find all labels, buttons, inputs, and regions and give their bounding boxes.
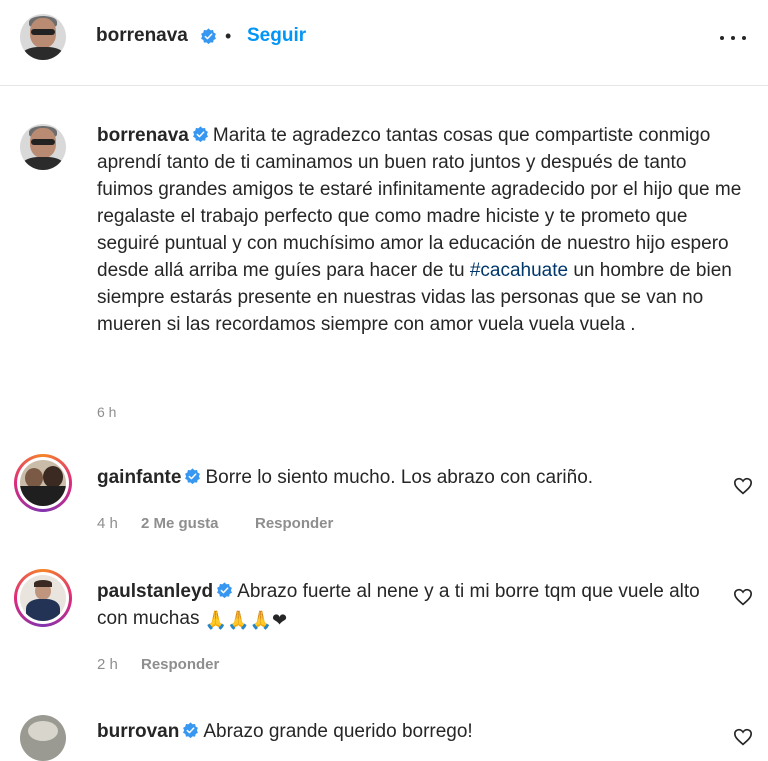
verified-badge-icon: [201, 28, 216, 45]
comment-body: Borre lo siento mucho. Los abrazo con ca…: [205, 467, 594, 488]
verified-badge-icon: [183, 722, 199, 739]
caption-timestamp[interactable]: 6 h: [97, 404, 116, 420]
heart-icon[interactable]: [733, 728, 753, 746]
comment-username[interactable]: gainfante: [97, 467, 181, 488]
comment-3: burrovan Abrazo grande querido borrego!: [97, 718, 697, 745]
verified-badge-icon: [192, 126, 208, 143]
post-header: borrenava • Seguir: [0, 0, 768, 86]
comment-body: Abrazo grande querido borrego!: [203, 721, 473, 742]
comment-timestamp[interactable]: 4 h: [97, 515, 118, 532]
verified-badge-icon: [185, 468, 201, 485]
comment-likes[interactable]: 2 Me gusta: [141, 515, 219, 532]
more-options-icon[interactable]: [718, 30, 748, 46]
separator-dot: •: [225, 26, 232, 46]
author-username[interactable]: borrenava: [96, 25, 188, 47]
commenter-avatar[interactable]: [20, 715, 66, 761]
caption-avatar[interactable]: [20, 124, 66, 170]
caption-username[interactable]: borrenava: [97, 125, 189, 146]
reply-button[interactable]: Responder: [255, 515, 333, 532]
commenter-avatar[interactable]: [14, 569, 72, 627]
comment-username[interactable]: burrovan: [97, 721, 179, 742]
comment-timestamp[interactable]: 2 h: [97, 656, 118, 673]
heart-icon[interactable]: [733, 588, 753, 606]
verified-badge-icon: [217, 582, 233, 599]
comment-2: paulstanleyd Abrazo fuerte al nene y a t…: [97, 578, 707, 634]
post-caption: borrenava Marita te agradezco tantas cos…: [97, 122, 747, 338]
comment-1: gainfante Borre lo siento mucho. Los abr…: [97, 464, 697, 491]
follow-button[interactable]: Seguir: [247, 25, 306, 47]
comment-username[interactable]: paulstanleyd: [97, 581, 213, 602]
commenter-avatar[interactable]: [14, 454, 72, 512]
author-avatar[interactable]: [20, 14, 66, 60]
heart-icon[interactable]: [733, 477, 753, 495]
caption-text-before: Marita te agradezco tantas cosas que com…: [97, 125, 742, 281]
reply-button[interactable]: Responder: [141, 656, 219, 673]
hashtag-link[interactable]: #cacahuate: [470, 260, 568, 281]
prayer-heart-emojis: 🙏🙏🙏❤: [204, 610, 288, 630]
